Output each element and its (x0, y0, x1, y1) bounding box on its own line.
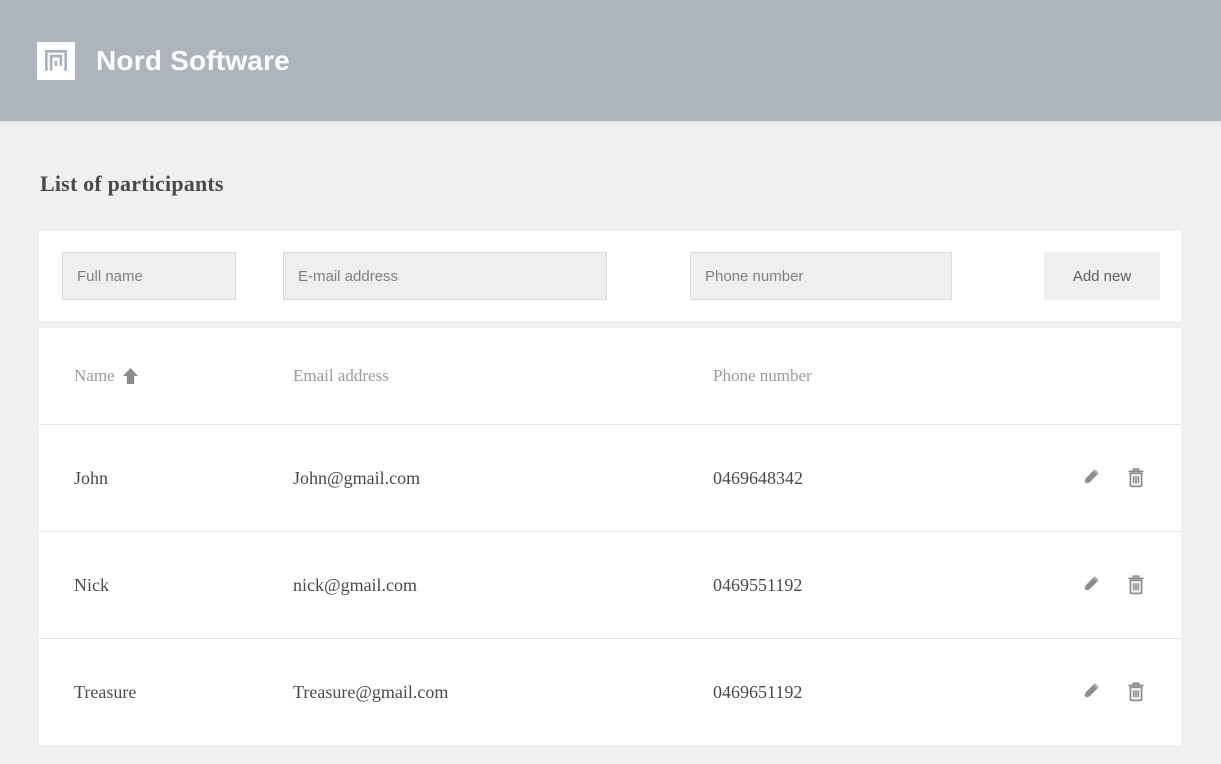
add-new-button[interactable]: Add new (1044, 252, 1160, 300)
trash-icon (1124, 680, 1148, 704)
page-title: List of participants (40, 171, 224, 196)
edit-button[interactable] (1078, 466, 1102, 490)
cell-name: Nick (39, 532, 267, 639)
cell-name: Treasure (74, 681, 137, 702)
delete-button[interactable] (1124, 466, 1148, 490)
cell-name: John (39, 425, 267, 532)
cell-phone: 0469551192 (687, 532, 1024, 639)
pencil-icon (1078, 466, 1102, 490)
table-header: Name Email address Phone number (39, 328, 1181, 425)
table-row: John John@gmail.com 0469648342 (39, 425, 1181, 532)
cell-phone: 0469648342 (687, 425, 1024, 532)
column-header-email[interactable]: Email address (267, 328, 687, 425)
column-header-name[interactable]: Name (39, 328, 267, 425)
edit-button[interactable] (1078, 573, 1102, 597)
email-input[interactable] (283, 252, 607, 300)
cell-email: nick@gmail.com (267, 532, 687, 639)
cell-actions (1024, 639, 1181, 745)
participants-table-card: Name Email address Phone number John Joh… (39, 328, 1181, 745)
pencil-icon (1078, 680, 1102, 704)
nord-logo-icon (37, 41, 75, 80)
page-content: List of participants Add new Name (0, 171, 1221, 745)
column-header-actions (1024, 328, 1181, 425)
delete-button[interactable] (1124, 680, 1148, 704)
brand: Nord Software (37, 41, 290, 80)
delete-button[interactable] (1124, 573, 1148, 597)
edit-button[interactable] (1078, 680, 1102, 704)
trash-icon (1124, 466, 1148, 490)
trash-icon (1124, 573, 1148, 597)
cell-email: Treasure@gmail.com (293, 681, 449, 702)
table-body: John John@gmail.com 0469648342 Nick nick… (39, 425, 1181, 745)
cell-email: John@gmail.com (267, 425, 687, 532)
column-header-phone[interactable]: Phone number (687, 328, 1024, 425)
brand-name: Nord Software (96, 44, 290, 76)
full-name-input[interactable] (62, 252, 236, 300)
pencil-icon (1078, 573, 1102, 597)
cell-actions (1024, 425, 1181, 532)
add-participant-form: Add new (39, 231, 1181, 321)
phone-input[interactable] (690, 252, 952, 300)
app-header: Nord Software (0, 0, 1221, 122)
table-row: Treasure Treasure@gmail.com 0469651192 (39, 639, 1181, 745)
arrow-up-icon[interactable] (122, 367, 139, 385)
table-header-row: Name Email address Phone number (39, 328, 1181, 425)
cell-actions (1024, 532, 1181, 639)
participants-table: Name Email address Phone number John Joh… (39, 328, 1181, 745)
column-header-name-label: Name (74, 366, 115, 385)
cell-phone: 0469651192 (713, 681, 803, 702)
table-row: Nick nick@gmail.com 0469551192 (39, 532, 1181, 639)
